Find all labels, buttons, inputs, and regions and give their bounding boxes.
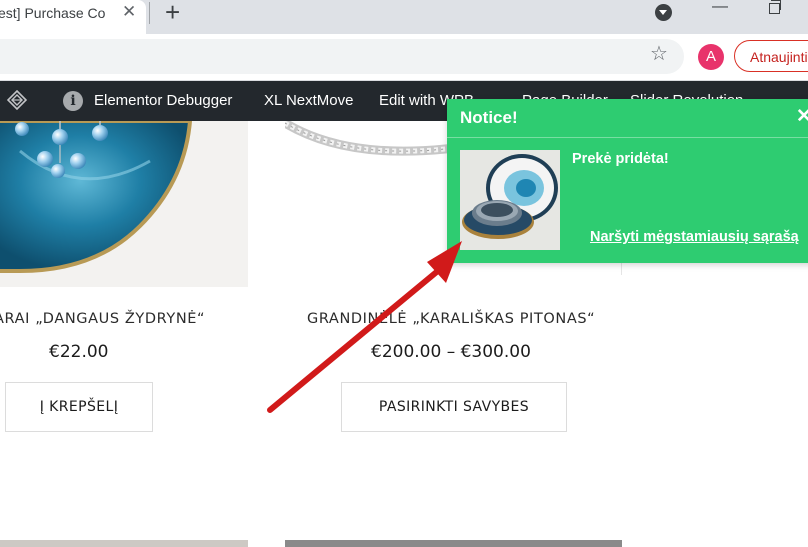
star-icon[interactable]: ☆ <box>650 44 668 64</box>
tab-separator <box>149 2 150 24</box>
notice-close-icon[interactable]: ✕ <box>796 105 808 128</box>
product-price: €200.00 – €300.00 <box>371 342 531 362</box>
product-title[interactable]: GRANDINĖLĖ „KARALIŠKAS PITONAS“ <box>307 311 595 327</box>
browser-toolbar: ☆ A Atnaujinti <box>0 34 808 81</box>
update-button[interactable]: Atnaujinti <box>734 40 808 72</box>
tab-close-icon[interactable]: ✕ <box>122 2 136 22</box>
wp-logo-icon[interactable] <box>7 90 27 110</box>
product-image-partial[interactable] <box>0 540 248 547</box>
address-bar[interactable] <box>0 39 684 74</box>
avatar[interactable]: A <box>698 44 724 70</box>
notice-popup: Notice! ✕ Prekė pridėta! Naršyti mėgstam… <box>447 99 808 263</box>
browser-tab[interactable]: est] Purchase Co ✕ <box>0 0 146 34</box>
restore-icon[interactable] <box>769 0 781 14</box>
notice-divider <box>447 137 808 138</box>
new-tab-plus-icon[interactable]: + <box>165 0 180 27</box>
browser-tab-strip: est] Purchase Co ✕ + — <box>0 0 808 34</box>
admin-bar-elementor-debugger[interactable]: Elementor Debugger <box>94 92 232 109</box>
product-price: €22.00 <box>49 342 109 362</box>
tab-title: est] Purchase Co <box>0 5 106 21</box>
profile-dropdown-icon[interactable] <box>655 4 672 21</box>
info-icon[interactable]: i <box>63 91 83 111</box>
minimize-icon[interactable]: — <box>712 0 728 16</box>
wishlist-link[interactable]: Naršyti mėgstamiausių sąrašą <box>590 229 799 245</box>
notice-message: Prekė pridėta! <box>572 151 669 167</box>
notice-product-thumbnail <box>460 150 560 250</box>
product-image-partial[interactable] <box>285 540 622 547</box>
product-title[interactable]: ARAI „DANGAUS ŽYDRYNĖ“ <box>0 311 205 327</box>
add-to-cart-button[interactable]: Į KREPŠELĮ <box>5 382 153 432</box>
select-options-button[interactable]: PASIRINKTI SAVYBES <box>341 382 567 432</box>
product-image-earrings[interactable] <box>0 121 248 287</box>
notice-title: Notice! <box>460 108 518 127</box>
admin-bar-xl-nextmove[interactable]: XL NextMove <box>264 92 353 109</box>
